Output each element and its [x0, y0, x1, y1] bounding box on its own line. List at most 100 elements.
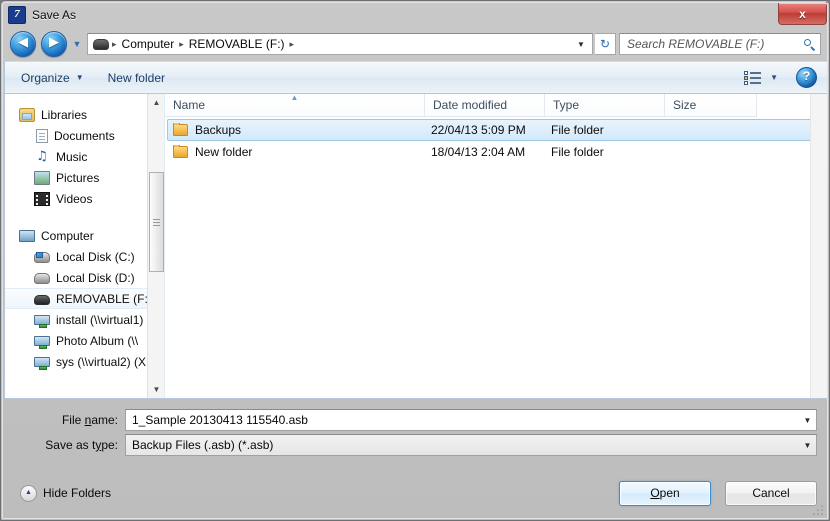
sidebar-item-music[interactable]: ♫ Music: [5, 146, 164, 167]
network-drive-icon: [34, 335, 50, 349]
view-chevron-down-icon: ▼: [770, 73, 778, 82]
column-header-row: ▲ Name Date modified Type Size: [165, 94, 757, 117]
sidebar-item-label: sys (\\virtual2) (X: [56, 354, 147, 369]
sidebar-item-label: Music: [56, 149, 88, 164]
file-name-row: File name: 1_Sample 20130413 115540.asb …: [1, 408, 829, 432]
view-mode-button[interactable]: ▼: [736, 67, 786, 88]
sidebar-item-removable-f[interactable]: REMOVABLE (F:): [5, 288, 164, 309]
file-list-pane: ▲ Name Date modified Type Size Backups 2…: [165, 94, 827, 398]
new-folder-button[interactable]: New folder: [100, 68, 173, 88]
sidebar-item-sys[interactable]: sys (\\virtual2) (X: [5, 351, 164, 372]
forward-button[interactable]: ▶: [41, 31, 67, 57]
sidebar-group-libraries[interactable]: Libraries: [5, 104, 164, 125]
organize-label: Organize: [21, 70, 70, 85]
sidebar-item-label: Documents: [54, 128, 115, 143]
chevron-down-icon[interactable]: ▼: [799, 441, 816, 450]
sidebar-item-label: Videos: [56, 191, 93, 206]
search-icon: [803, 38, 816, 51]
sidebar-item-documents[interactable]: Documents: [5, 125, 164, 146]
search-input[interactable]: Search REMOVABLE (F:): [627, 37, 803, 51]
scroll-up-icon[interactable]: ▲: [148, 94, 164, 111]
sidebar-group-computer[interactable]: Computer: [5, 225, 164, 246]
table-row[interactable]: Backups 22/04/13 5:09 PM File folder: [167, 119, 823, 141]
save-as-type-row: Save as type: Backup Files (.asb) (*.asb…: [1, 433, 829, 457]
sidebar-item-photo-album[interactable]: Photo Album (\\: [5, 330, 164, 351]
folder-icon: [173, 123, 188, 136]
forward-arrow-icon: ▶: [49, 35, 59, 50]
breadcrumb-separator-2: ▸: [289, 38, 295, 49]
table-row[interactable]: New folder 18/04/13 2:04 AM File folder: [167, 141, 823, 163]
back-arrow-icon: ◀: [18, 35, 28, 50]
save-as-type-label: Save as type:: [1, 438, 125, 452]
videos-icon: [34, 191, 50, 206]
column-header-date-modified[interactable]: Date modified: [425, 94, 545, 116]
sidebar-item-local-disk-c[interactable]: Local Disk (C:): [5, 246, 164, 267]
organize-button[interactable]: Organize ▼: [13, 68, 92, 88]
file-name-label-pre: File: [61, 413, 85, 427]
breadcrumb-item-removable[interactable]: REMOVABLE (F:): [185, 37, 289, 51]
file-name-combobox[interactable]: 1_Sample 20130413 115540.asb ▼: [125, 409, 817, 431]
file-name-text: New folder: [195, 145, 253, 159]
file-name-cell: Backups: [168, 123, 426, 137]
column-header-name[interactable]: ▲ Name: [165, 94, 425, 116]
refresh-button[interactable]: ↻: [595, 33, 616, 55]
breadcrumb-item-computer[interactable]: Computer: [118, 37, 179, 51]
search-box[interactable]: Search REMOVABLE (F:): [619, 33, 821, 55]
navigation-pane: Libraries Documents ♫ Music Pictures Vid…: [5, 94, 165, 398]
file-type-cell: File folder: [551, 145, 604, 159]
computer-icon: [19, 229, 35, 242]
file-name-input[interactable]: 1_Sample 20130413 115540.asb: [126, 413, 799, 427]
address-bar[interactable]: ▸ Computer ▸ REMOVABLE (F:) ▸ ▼: [87, 33, 593, 55]
toolbar: Organize ▼ New folder ▼ ?: [4, 61, 828, 94]
file-date-cell: 22/04/13 5:09 PM: [431, 123, 526, 137]
local-disk-system-icon: [34, 252, 50, 263]
resize-grip[interactable]: [813, 505, 825, 517]
history-dropdown-icon[interactable]: ▼: [70, 39, 84, 49]
view-list-icon: [744, 70, 762, 85]
column-header-label: Name: [173, 98, 206, 112]
file-name-label: File name:: [1, 413, 125, 427]
sidebar-item-label: Photo Album (\\: [56, 333, 139, 348]
sidebar-item-videos[interactable]: Videos: [5, 188, 164, 209]
file-name-label-post: ame:: [91, 413, 118, 427]
sidebar-item-install[interactable]: install (\\virtual1): [5, 309, 164, 330]
scroll-down-icon[interactable]: ▼: [148, 381, 164, 398]
save-as-type-label-pre: Save as t: [45, 438, 96, 452]
sidebar-item-label: REMOVABLE (F:): [56, 291, 152, 306]
sidebar-item-label: Pictures: [56, 170, 100, 185]
chevron-down-icon: ▼: [75, 73, 84, 82]
column-header-size[interactable]: Size: [665, 94, 757, 116]
back-button[interactable]: ◀: [10, 31, 36, 57]
sidebar-group-label: Computer: [41, 228, 94, 243]
save-as-type-combobox[interactable]: Backup Files (.asb) (*.asb) ▼: [125, 434, 817, 456]
close-button[interactable]: x: [778, 2, 827, 25]
chevron-down-icon[interactable]: ▼: [799, 416, 816, 425]
cancel-button[interactable]: Cancel: [725, 480, 817, 506]
open-button[interactable]: Open: [619, 480, 711, 506]
new-folder-label: New folder: [107, 70, 165, 85]
sidebar-item-local-disk-d[interactable]: Local Disk (D:): [5, 267, 164, 288]
app-icon: 7: [8, 5, 26, 24]
column-header-label: Size: [673, 98, 697, 112]
music-icon: ♫: [36, 148, 48, 164]
folder-tree: Libraries Documents ♫ Music Pictures Vid…: [5, 94, 164, 372]
sidebar-item-pictures[interactable]: Pictures: [5, 167, 164, 188]
column-header-label: Type: [553, 98, 580, 112]
file-list-scrollbar[interactable]: [810, 94, 827, 398]
help-button[interactable]: ?: [796, 67, 817, 88]
network-drive-icon: [34, 314, 50, 328]
local-disk-icon: [34, 273, 50, 284]
file-name-text: Backups: [195, 123, 242, 137]
hide-folders-button[interactable]: ▲ Hide Folders: [20, 484, 111, 502]
sidebar-scrollbar[interactable]: ▲ ▼: [147, 94, 164, 398]
column-header-type[interactable]: Type: [545, 94, 665, 116]
address-dropdown-icon[interactable]: ▼: [573, 40, 589, 49]
file-name-cell: New folder: [168, 145, 426, 159]
scrollbar-thumb[interactable]: [149, 172, 164, 272]
column-header-label: Date modified: [433, 98, 508, 112]
collapse-up-icon: ▲: [20, 484, 37, 502]
title-bar: 7 Save As x: [1, 1, 829, 28]
file-date-cell: 18/04/13 2:04 AM: [431, 145, 526, 159]
sidebar-item-label: Local Disk (C:): [56, 249, 135, 264]
